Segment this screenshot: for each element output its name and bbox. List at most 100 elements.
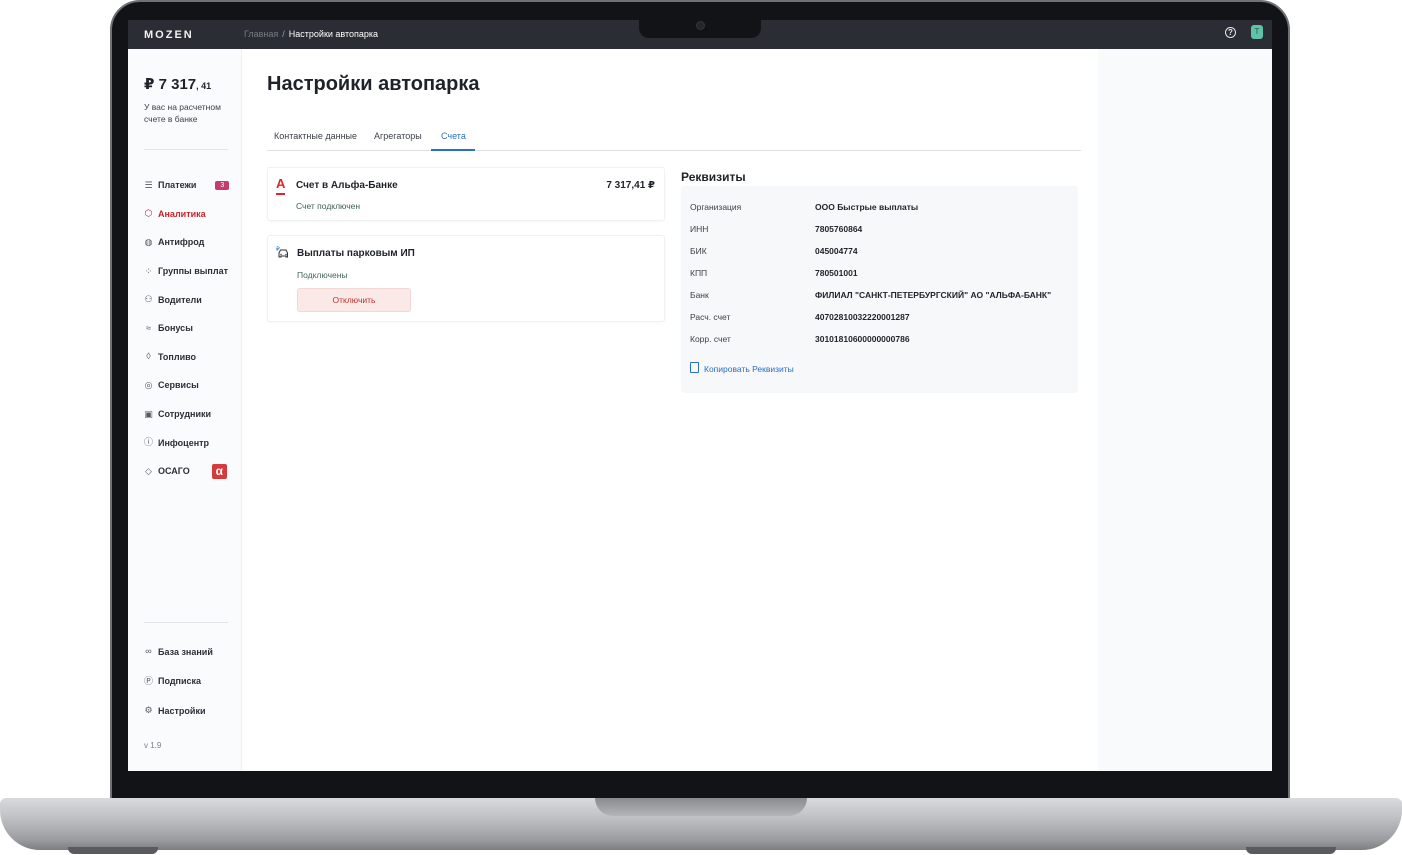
target-icon: ◎ xyxy=(144,379,153,390)
shield-icon: ◇ xyxy=(145,465,152,476)
requisites-key: Банк xyxy=(690,290,709,300)
requisites-value: 780501001 xyxy=(815,268,858,278)
sidebar-item-analytics[interactable]: ⬡ Аналитика xyxy=(144,200,239,229)
sidebar-item-knowledge-base[interactable]: ∞ База знаний xyxy=(144,637,239,667)
divider xyxy=(144,149,228,150)
sidebar-item-label: Аналитика xyxy=(158,208,206,219)
sidebar-item-label: Подписка xyxy=(158,676,202,687)
copy-icon xyxy=(690,362,699,373)
shield-scan-icon: ◍ xyxy=(144,236,153,247)
app-logo[interactable]: MOZEN xyxy=(144,29,194,41)
app-version: v 1.9 xyxy=(144,741,162,750)
disconnect-button[interactable]: Отключить xyxy=(297,288,411,312)
camera-notch xyxy=(639,18,761,38)
sidebar-item-label: Антифрод xyxy=(158,237,205,248)
requisites-key: Корр. счет xyxy=(690,334,731,344)
requisites-value: 045004774 xyxy=(815,246,858,256)
park-payouts-title: Выплаты парковым ИП xyxy=(297,248,415,259)
sidebar-item-payout-groups[interactable]: ⁘ Группы выплат xyxy=(144,257,239,286)
laptop-foot xyxy=(68,847,158,854)
sidebar-item-employees[interactable]: ▣ Сотрудники xyxy=(144,400,239,429)
sidebar-item-subscription[interactable]: Ⓟ Подписка xyxy=(144,667,239,697)
requisites-title: Реквизиты xyxy=(681,170,746,184)
requisites-key: Организация xyxy=(690,202,742,212)
glasses-icon: ∞ xyxy=(145,646,152,657)
sidebar-item-osago[interactable]: ◇ ОСАГО α xyxy=(144,457,239,486)
sidebar-item-label: Сотрудники xyxy=(158,409,212,420)
sidebar-item-label: Платежи xyxy=(158,180,197,191)
users-icon: ⚇ xyxy=(144,294,153,305)
list-icon: ☰ xyxy=(144,179,153,190)
park-payouts-status: Подключены xyxy=(297,270,348,280)
park-payouts-card: ₽ Выплаты парковым ИП Подключены Отключи… xyxy=(267,235,665,322)
copy-requisites-label: Копировать Реквизиты xyxy=(704,364,794,374)
requisites-value: 30101810600000000786 xyxy=(815,334,910,344)
help-icon[interactable]: ? xyxy=(1225,27,1236,38)
sidebar-item-label: Топливо xyxy=(158,351,197,362)
tab-aggregators[interactable]: Агрегаторы xyxy=(374,131,422,141)
sidebar-item-label: База знаний xyxy=(158,646,213,657)
tab-contacts[interactable]: Контактные данные xyxy=(274,131,357,141)
bank-account-title: Счет в Альфа-Банке xyxy=(296,180,398,191)
requisites-panel: Организация ООО Быстрые выплаты ИНН 7805… xyxy=(681,186,1078,393)
breadcrumb-separator: / xyxy=(282,29,285,39)
requisites-key: КПП xyxy=(690,268,708,278)
sidebar-item-label: Водители xyxy=(158,294,202,305)
main-content: Настройки автопарка Контактные данные Аг… xyxy=(267,49,1097,771)
requisites-key: БИК xyxy=(690,246,707,256)
count-badge: 3 xyxy=(215,180,230,190)
sidebar-item-label: ОСАГО xyxy=(158,466,190,477)
sidebar-item-bonuses[interactable]: ≈ Бонусы xyxy=(144,314,239,343)
id-card-icon: ▣ xyxy=(144,408,153,419)
requisites-value: ФИЛИАЛ "САНКТ-ПЕТЕРБУРГСКИЙ" АО "АЛЬФА-Б… xyxy=(815,290,1052,300)
alfa-bank-logo-icon: A xyxy=(276,176,286,195)
breadcrumb: Главная / Настройки автопарка xyxy=(244,29,378,39)
sidebar-item-label: Сервисы xyxy=(158,380,199,391)
bank-account-amount: 7 317,41 ₽ xyxy=(606,180,655,191)
requisites-value: 40702810032220001287 xyxy=(815,312,910,322)
balance-main: ₽ 7 317 xyxy=(144,76,197,93)
sidebar-item-drivers[interactable]: ⚇ Водители xyxy=(144,285,239,314)
drop-icon: ◊ xyxy=(146,351,151,362)
sidebar-item-label: Инфоцентр xyxy=(158,437,210,448)
copy-requisites-link[interactable]: Копировать Реквизиты xyxy=(690,362,794,374)
alfa-logo-icon: α xyxy=(211,463,227,479)
sidebar: ₽ 7 317, 41 У вас на расчетном счете в б… xyxy=(128,49,242,771)
laptop-notch xyxy=(595,798,807,816)
tab-accounts[interactable]: Счета xyxy=(441,131,466,141)
requisites-key: Расч. счет xyxy=(690,312,731,322)
screen: MOZEN Главная / Настройки автопарка ? T ₽ … xyxy=(128,20,1272,771)
sidebar-item-payments[interactable]: ☰ Платежи 3 xyxy=(144,171,239,200)
sidebar-bottom-nav: ∞ База знаний Ⓟ Подписка ⚙ Настройки xyxy=(144,637,239,726)
sidebar-item-label: Настройки xyxy=(158,705,206,716)
info-icon: ⓘ xyxy=(144,437,154,448)
balance-note: У вас на расчетном счете в банке xyxy=(144,102,221,124)
bank-account-status: Счет подключен xyxy=(296,201,361,211)
sidebar-item-services[interactable]: ◎ Сервисы xyxy=(144,371,239,400)
laptop-foot xyxy=(1246,847,1336,854)
balance-amount: ₽ 7 317, 41 xyxy=(144,75,211,93)
right-empty-pane xyxy=(1098,49,1272,771)
sidebar-item-settings[interactable]: ⚙ Настройки xyxy=(144,696,239,726)
sidebar-item-antifraud[interactable]: ◍ Антифрод xyxy=(144,228,239,257)
divider xyxy=(144,622,228,623)
sidebar-item-infocenter[interactable]: ⓘ Инфоцентр xyxy=(144,428,239,457)
requisites-key: ИНН xyxy=(690,224,709,234)
avatar[interactable]: T xyxy=(1251,25,1263,39)
sidebar-nav: ☰ Платежи 3 ⬡ Аналитика ◍ Антифрод ⁘ Гру… xyxy=(144,171,239,486)
grid-icon: ⁘ xyxy=(144,265,153,276)
balance-cents: , 41 xyxy=(196,81,212,91)
camera-icon xyxy=(696,21,705,30)
bank-account-card[interactable]: A Счет в Альфа-Банке 7 317,41 ₽ Счет под… xyxy=(267,167,665,221)
breadcrumb-current: Настройки автопарка xyxy=(288,29,379,39)
active-tab-indicator xyxy=(431,149,475,151)
car-payout-icon: ₽ xyxy=(276,245,290,262)
requisites-value: 7805760864 xyxy=(815,224,863,234)
gear-icon: ⚙ xyxy=(144,705,153,716)
sidebar-item-fuel[interactable]: ◊ Топливо xyxy=(144,343,239,372)
tab-bar: Контактные данные Агрегаторы Счета xyxy=(267,131,1081,151)
breadcrumb-home[interactable]: Главная xyxy=(244,29,278,39)
p-circle-icon: Ⓟ xyxy=(144,675,154,686)
box-icon: ⬡ xyxy=(144,208,153,219)
page-title: Настройки автопарка xyxy=(267,73,480,95)
